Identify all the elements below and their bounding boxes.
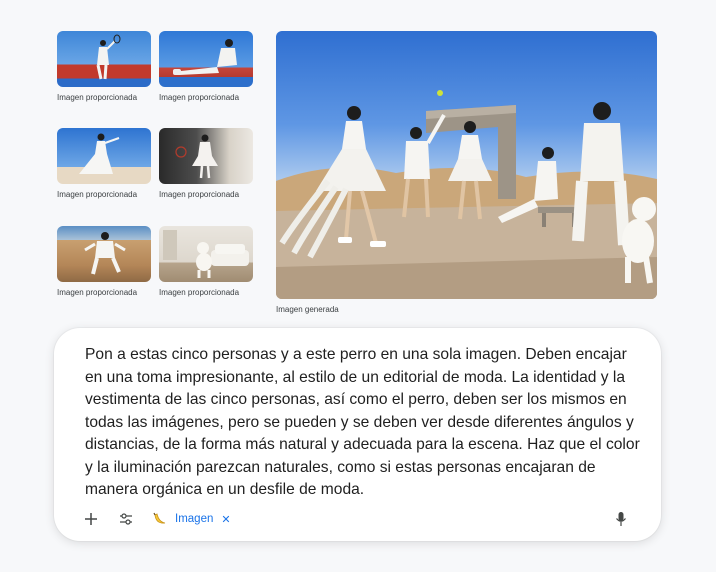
- input-image-6-caption: Imagen proporcionada: [159, 288, 240, 297]
- input-image-1-caption: Imagen proporcionada: [57, 93, 138, 102]
- generated-image-caption: Imagen generada: [276, 305, 339, 314]
- input-image-5-caption: Imagen proporcionada: [57, 288, 138, 297]
- input-image-2[interactable]: Imagen proporcionada: [159, 31, 253, 102]
- prompt-card: Pon a estas cinco personas y a este perr…: [54, 328, 661, 541]
- banana-icon: [153, 512, 166, 524]
- input-image-3-caption: Imagen proporcionada: [57, 190, 138, 199]
- microphone-icon: [616, 512, 626, 526]
- image-tool-chip[interactable]: Imagen ✕: [152, 506, 236, 532]
- input-image-6[interactable]: Imagen proporcionada: [159, 226, 253, 297]
- generated-image-scene: [276, 90, 657, 299]
- sliders-icon: [120, 513, 132, 525]
- prompt-toolbar: Imagen ✕: [54, 506, 661, 534]
- close-icon[interactable]: ✕: [221, 513, 230, 526]
- input-image-4-picture: [159, 128, 253, 184]
- input-image-1-picture: [57, 31, 151, 87]
- input-image-2-picture: [159, 31, 253, 87]
- input-image-5-picture: [57, 226, 151, 282]
- input-image-3[interactable]: Imagen proporcionada: [57, 128, 151, 199]
- add-button[interactable]: [82, 506, 100, 532]
- input-image-3-picture: [57, 128, 151, 184]
- microphone-button[interactable]: [612, 506, 630, 532]
- prompt-text[interactable]: Pon a estas cinco personas y a este perr…: [85, 344, 645, 502]
- input-image-4[interactable]: Imagen proporcionada: [159, 128, 253, 199]
- plus-icon: [85, 513, 97, 525]
- input-image-5[interactable]: Imagen proporcionada: [57, 226, 151, 297]
- input-image-6-picture: [159, 226, 253, 282]
- input-image-2-caption: Imagen proporcionada: [159, 93, 240, 102]
- tools-button[interactable]: [117, 506, 135, 532]
- input-image-1[interactable]: Imagen proporcionada: [57, 31, 151, 102]
- image-chip-label: Imagen: [175, 513, 214, 525]
- input-image-4-caption: Imagen proporcionada: [159, 190, 240, 199]
- generated-image[interactable]: [276, 31, 657, 299]
